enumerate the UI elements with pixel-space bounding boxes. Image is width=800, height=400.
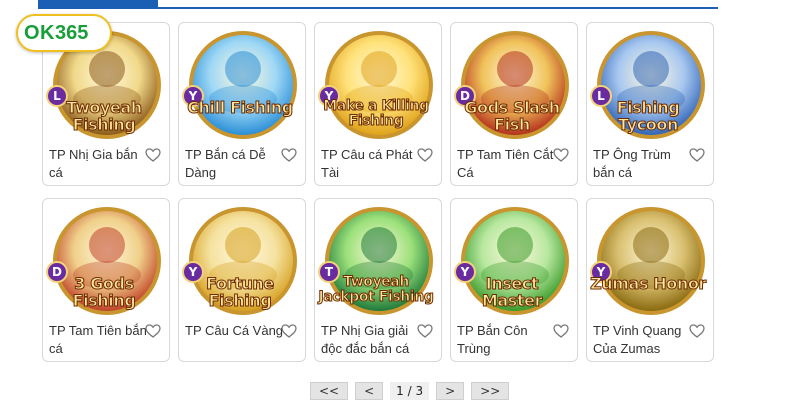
game-artwork xyxy=(597,207,705,315)
game-thumbnail[interactable] xyxy=(187,29,299,141)
heart-outline-glyph xyxy=(281,148,297,162)
game-art-title: Fishing Tycoon xyxy=(616,98,680,134)
heart-outline-icon[interactable] xyxy=(281,323,297,339)
pagination: << < 1 / 3 > >> xyxy=(310,382,510,400)
heart-outline-icon[interactable] xyxy=(689,323,705,339)
game-caption[interactable]: TP Bắn cá Dễ Dàng xyxy=(185,146,285,182)
heart-outline-icon[interactable] xyxy=(417,147,433,163)
game-card[interactable]: Y Make a Killing Fishing TP Câu cá Phát … xyxy=(314,22,442,186)
game-thumbnail[interactable] xyxy=(595,205,707,317)
game-card[interactable]: Y Insect Master TP Bắn Côn Trùng xyxy=(450,198,578,362)
game-card[interactable]: Y Zumas Honor TP Vinh Quang Của Zumas xyxy=(586,198,714,362)
heart-outline-glyph xyxy=(689,324,705,338)
game-card[interactable]: Y Chill Fishing TP Bắn cá Dễ Dàng xyxy=(178,22,306,186)
game-card[interactable]: Y Fortune Fishing TP Câu Cá Vàng xyxy=(178,198,306,362)
heart-outline-glyph xyxy=(145,148,161,162)
page-indicator: 1 / 3 xyxy=(390,382,430,400)
heart-outline-glyph xyxy=(553,148,569,162)
game-caption[interactable]: TP Câu Cá Vàng xyxy=(185,322,285,340)
heart-outline-glyph xyxy=(281,324,297,338)
site-logo[interactable]: OK 365 xyxy=(16,14,112,52)
game-art-title: Twoyeah Fishing xyxy=(66,98,143,134)
heart-outline-icon[interactable] xyxy=(553,323,569,339)
game-art-title: Zumas Honor xyxy=(590,274,707,293)
game-art-title: Fortune Fishing xyxy=(206,274,275,310)
heart-outline-icon[interactable] xyxy=(145,147,161,163)
first-page-button[interactable]: << xyxy=(310,382,349,400)
game-caption[interactable]: TP Tam Tiên Cắt Cá xyxy=(457,146,557,182)
game-art-title: Gods Slash Fish xyxy=(464,98,561,134)
tab-active[interactable] xyxy=(38,0,158,9)
next-page-button[interactable]: > xyxy=(436,382,465,400)
heart-outline-icon[interactable] xyxy=(145,323,161,339)
game-grid: L Twoyeah Fishing TP Nhị Gia bắn cá Y Ch… xyxy=(42,22,716,362)
last-page-button[interactable]: >> xyxy=(471,382,510,400)
game-card[interactable]: D Gods Slash Fish TP Tam Tiên Cắt Cá xyxy=(450,22,578,186)
game-list-page: L Twoyeah Fishing TP Nhị Gia bắn cá Y Ch… xyxy=(0,0,800,400)
heart-outline-icon[interactable] xyxy=(417,323,433,339)
game-caption[interactable]: TP Câu cá Phát Tài xyxy=(321,146,421,182)
game-caption[interactable]: TP Bắn Côn Trùng xyxy=(457,322,557,358)
heart-outline-icon[interactable] xyxy=(553,147,569,163)
heart-outline-glyph xyxy=(145,324,161,338)
game-caption[interactable]: TP Vinh Quang Của Zumas xyxy=(593,322,693,358)
game-card[interactable]: T Twoyeah Jackpot Fishing TP Nhị Gia giả… xyxy=(314,198,442,362)
game-card[interactable]: D 3 Gods Fishing TP Tam Tiên bắn cá xyxy=(42,198,170,362)
game-art-title: Twoyeah Jackpot Fishing xyxy=(318,274,434,305)
game-caption[interactable]: TP Tam Tiên bắn cá xyxy=(49,322,149,358)
game-artwork xyxy=(189,31,297,139)
game-caption[interactable]: TP Ông Trùm bắn cá xyxy=(593,146,693,182)
logo-text-ok: OK xyxy=(24,21,55,44)
game-art-title: Insect Master xyxy=(481,274,543,310)
heart-outline-icon[interactable] xyxy=(281,147,297,163)
logo-text-number: 365 xyxy=(55,21,89,44)
category-tab-strip xyxy=(38,0,718,9)
game-caption[interactable]: TP Nhị Gia giải độc đắc bắn cá xyxy=(321,322,421,358)
heart-outline-icon[interactable] xyxy=(689,147,705,163)
heart-outline-glyph xyxy=(553,324,569,338)
game-art-title: Chill Fishing xyxy=(187,98,294,117)
heart-outline-glyph xyxy=(417,148,433,162)
prev-page-button[interactable]: < xyxy=(355,382,384,400)
game-caption[interactable]: TP Nhị Gia bắn cá xyxy=(49,146,149,182)
game-art-title: Make a Killing Fishing xyxy=(323,98,430,129)
heart-outline-glyph xyxy=(417,324,433,338)
game-art-title: 3 Gods Fishing xyxy=(72,274,136,310)
game-card[interactable]: L Fishing Tycoon TP Ông Trùm bắn cá xyxy=(586,22,714,186)
heart-outline-glyph xyxy=(689,148,705,162)
